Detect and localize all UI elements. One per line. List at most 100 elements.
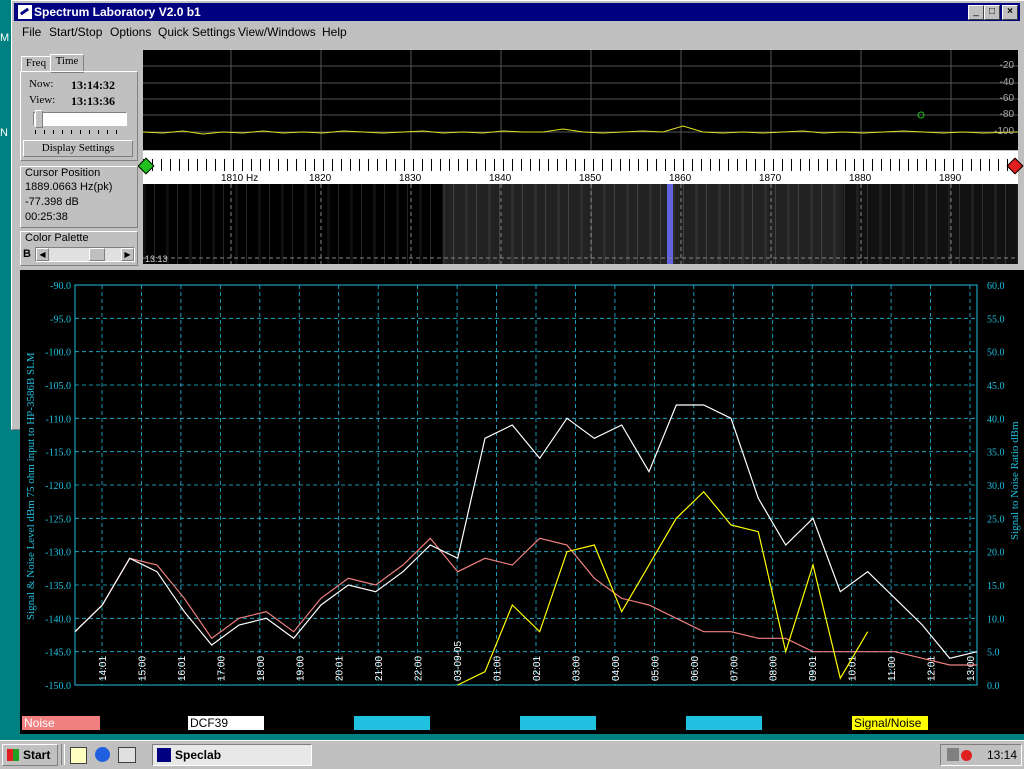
y-tick-label: -135.0 <box>45 581 71 592</box>
display-settings-button[interactable]: Display Settings <box>23 140 133 157</box>
tray-speaker-icon[interactable] <box>947 748 959 761</box>
control-panel: Freq Time Now: 13:14:32 View: 13:13:36 D… <box>15 46 139 266</box>
x-tick-label: 22:00 <box>414 656 425 681</box>
task-button-speclab[interactable]: Speclab <box>152 744 312 766</box>
db-label: -100 <box>993 126 1014 137</box>
x-tick-label: 21:00 <box>374 656 385 681</box>
y2-tick-label: 50.0 <box>987 348 1005 359</box>
y-tick-label: -130.0 <box>45 548 71 559</box>
y2-tick-label: 0.0 <box>987 681 1000 692</box>
menu-start-stop[interactable]: Start/Stop <box>49 25 102 39</box>
windows-logo-icon <box>7 749 19 761</box>
x-tick-label: 03-09-05 <box>453 641 464 681</box>
x-tick-label: 09:01 <box>808 656 819 681</box>
quicklaunch-divider <box>61 744 65 765</box>
y-tick-label: -120.0 <box>45 481 71 492</box>
x-tick-label: 08:00 <box>769 656 780 681</box>
x-tick-label: 05:00 <box>650 656 661 681</box>
x-tick-label: 07:00 <box>729 656 740 681</box>
db-label: -40 <box>999 77 1014 88</box>
y-axis-ticks: -90.0 -95.0 -100.0 -105.0 -110.0 -115.0 -120.0… <box>45 281 71 692</box>
minimize-button[interactable]: _ <box>968 5 984 20</box>
palette-right-arrow[interactable]: ▶ <box>121 248 134 261</box>
x-tick-label: 16:01 <box>177 656 188 681</box>
cursor-position-title: Cursor Position <box>25 167 101 179</box>
x-tick-label: 03:00 <box>571 656 582 681</box>
maximize-button[interactable]: □ <box>984 5 1000 20</box>
y2-axis-label: Signal to Noise Ratio dBm <box>1009 421 1021 540</box>
window-title: Spectrum Laboratory V2.0 b1 <box>34 5 201 19</box>
spectrum-graph[interactable]: -20 -40 -60 -80 -100 <box>142 50 1019 150</box>
y2-tick-label: 60.0 <box>987 281 1005 292</box>
palette-left-arrow[interactable]: ◀ <box>36 248 49 261</box>
y-tick-label: -110.0 <box>46 414 71 425</box>
legend-cyan-3 <box>686 716 762 730</box>
start-button[interactable]: Start <box>2 744 58 766</box>
y2-tick-label: 15.0 <box>987 581 1005 592</box>
legend-bar: Noise DCF39 Signal/Noise <box>20 716 1024 732</box>
menu-bar: File Start/Stop Options Quick Settings V… <box>14 22 1020 42</box>
mail-icon[interactable] <box>118 747 136 763</box>
legend-signal-noise: Signal/Noise <box>852 716 928 730</box>
x-tick-label: 01:00 <box>493 656 504 681</box>
time-slider-thumb[interactable] <box>35 110 43 128</box>
menu-file[interactable]: File <box>22 25 41 39</box>
chart-lines <box>74 404 978 686</box>
db-label: -80 <box>999 109 1014 120</box>
y-tick-label: -145.0 <box>45 648 71 659</box>
waterfall-time-label: 13:13 <box>145 254 168 264</box>
task-label: Speclab <box>175 748 222 762</box>
cursor-time: 00:25:38 <box>25 211 68 223</box>
start-label: Start <box>23 748 51 762</box>
chart-grid <box>74 284 978 686</box>
waterfall-svg <box>143 184 1018 264</box>
menu-view-windows[interactable]: View/Windows <box>238 25 316 39</box>
y-tick-label: -90.0 <box>50 281 71 292</box>
palette-scroll-thumb[interactable] <box>89 248 105 261</box>
x-tick-label: 13:00 <box>966 656 977 681</box>
x-tick-label: 10:01 <box>848 656 859 681</box>
y-tick-label: -115.0 <box>46 448 71 459</box>
ruler-ticks <box>143 159 1018 171</box>
menu-options[interactable]: Options <box>110 25 151 39</box>
frequency-ruler[interactable]: 1810 Hz 1820 1830 1840 1850 1860 1870 18… <box>137 151 1024 184</box>
menu-help[interactable]: Help <box>322 25 347 39</box>
y-tick-label: -125.0 <box>45 514 71 525</box>
x-tick-label: 14:01 <box>98 656 109 681</box>
tray-alert-icon[interactable] <box>961 750 972 761</box>
spectrum-trace <box>142 125 1019 135</box>
chart-window[interactable]: -90.0 -95.0 -100.0 -105.0 -110.0 -115.0 -120.0… <box>20 270 1024 734</box>
x-tick-label: 18:00 <box>256 656 267 681</box>
y2-tick-label: 55.0 <box>987 314 1005 325</box>
menu-quick-settings[interactable]: Quick Settings <box>158 25 235 39</box>
palette-scrollbar[interactable] <box>35 247 135 262</box>
legend-cyan-1 <box>354 716 430 730</box>
cursor-panel: Cursor Position 1889.0663 Hz(pk) -77.398… <box>20 166 138 228</box>
x-tick-label: 15:00 <box>137 656 148 681</box>
desktop-shortcut-icon[interactable] <box>70 747 87 764</box>
db-label: -60 <box>999 93 1014 104</box>
y2-tick-label: 25.0 <box>987 514 1005 525</box>
app-icon[interactable] <box>17 4 33 20</box>
close-button[interactable]: × <box>1002 5 1018 20</box>
time-slider[interactable] <box>33 112 127 126</box>
tab-freq[interactable]: Freq <box>21 56 51 72</box>
y-tick-label: -100.0 <box>45 348 71 359</box>
freq-label: 1810 Hz <box>221 173 259 184</box>
cursor-level: -77.398 dB <box>25 196 79 208</box>
freq-label: 1830 <box>399 173 422 184</box>
y2-tick-label: 30.0 <box>987 481 1005 492</box>
x-axis-ticks: 14:01 15:00 16:01 17:00 18:00 19:00 20:01 21:00… <box>98 641 977 681</box>
time-panel: Now: 13:14:32 View: 13:13:36 Display Set… <box>20 71 138 161</box>
y-axis-label: Signal & Noise Level dBm 75 ohm input to… <box>25 352 37 620</box>
slider-ticks <box>35 130 123 134</box>
view-value: 13:13:36 <box>71 94 115 108</box>
title-bar[interactable]: Spectrum Laboratory V2.0 b1 _ □ × <box>14 3 1020 21</box>
x-tick-label: 19:00 <box>295 656 306 681</box>
browser-icon[interactable] <box>95 747 110 762</box>
chart-svg: -90.0 -95.0 -100.0 -105.0 -110.0 -115.0 -120.0… <box>25 281 1021 692</box>
taskbar: Start Speclab 13:14 <box>0 740 1024 769</box>
legend-noise: Noise <box>22 716 100 730</box>
freq-label: 1860 <box>669 173 692 184</box>
waterfall-display[interactable]: 13:13 <box>143 184 1018 264</box>
